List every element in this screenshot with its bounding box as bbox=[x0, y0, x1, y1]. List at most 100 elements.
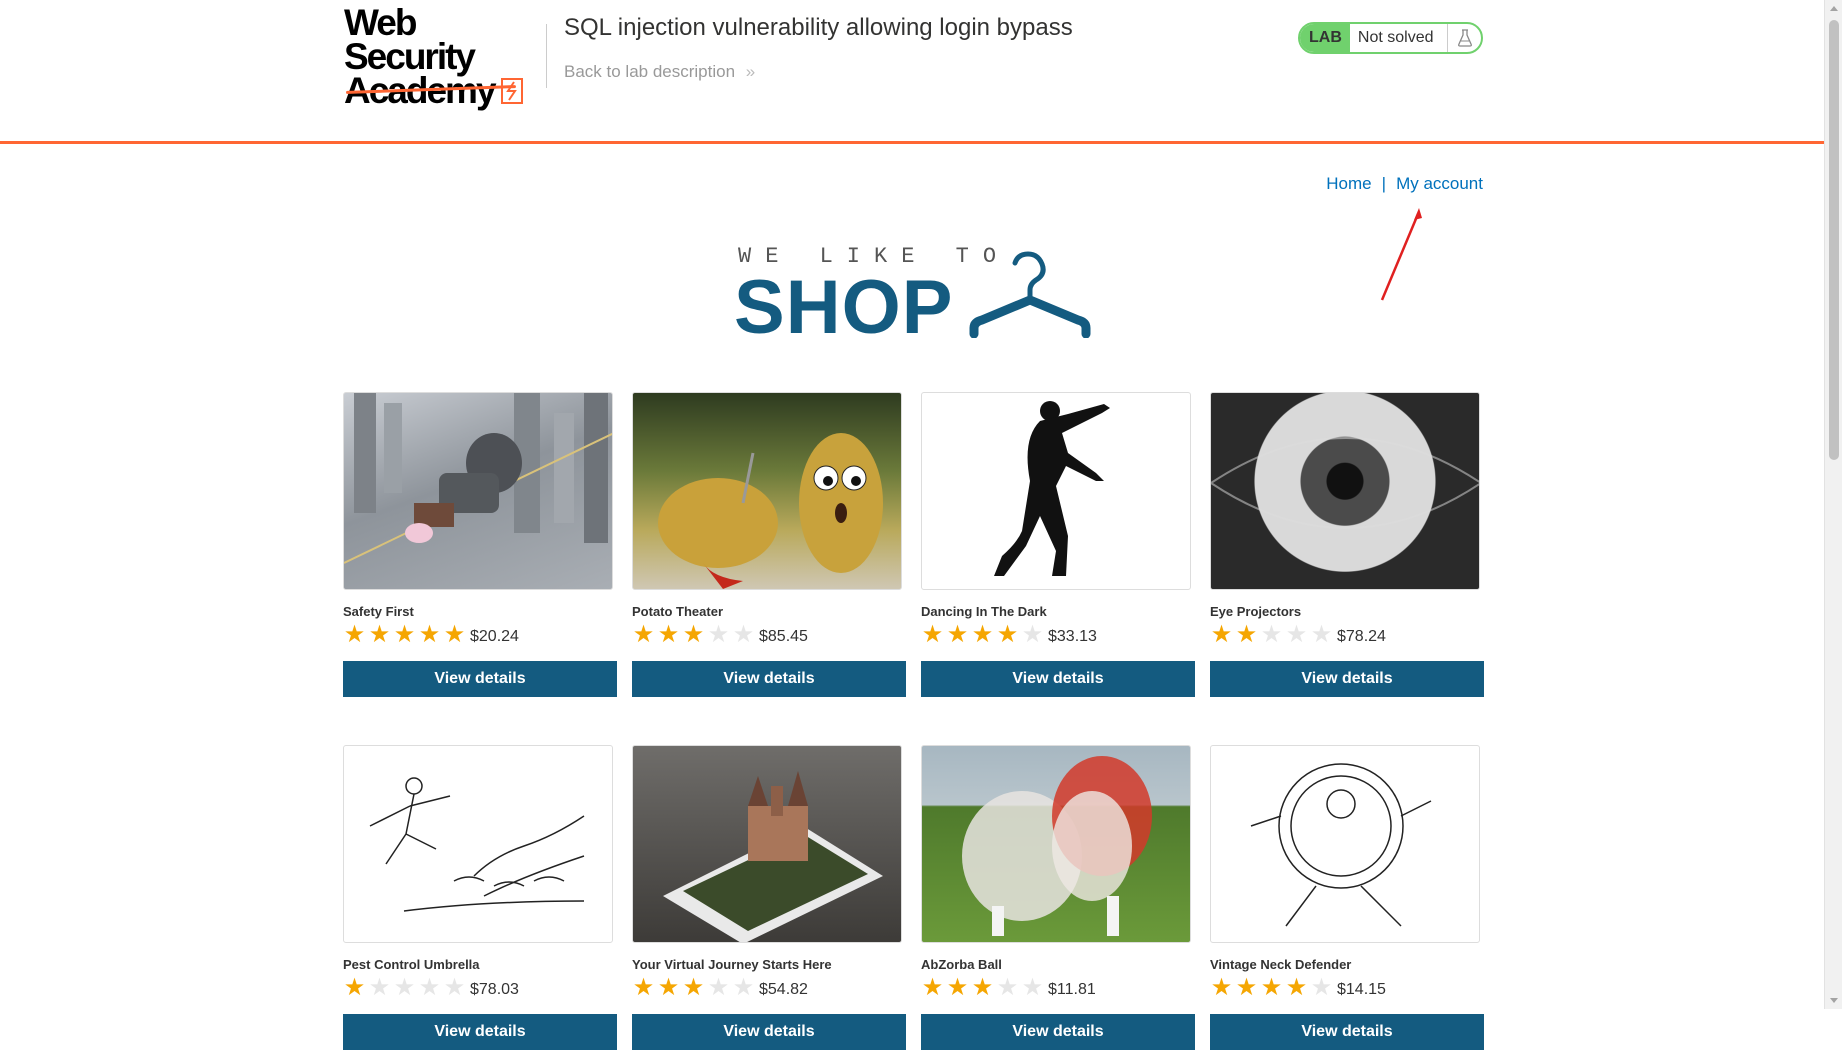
double-chevron-right-icon: » bbox=[745, 62, 756, 81]
nav-separator: | bbox=[1381, 174, 1387, 193]
product-price: $85.45 bbox=[759, 628, 808, 645]
star-icon: ★ bbox=[682, 974, 705, 1001]
product-image[interactable] bbox=[343, 392, 613, 590]
star-icon: ★ bbox=[368, 974, 391, 1001]
product-price: $54.82 bbox=[759, 981, 808, 998]
star-icon: ★ bbox=[418, 621, 441, 648]
star-icon: ★ bbox=[393, 621, 416, 648]
product-price: $78.03 bbox=[470, 981, 519, 998]
view-details-button[interactable]: View details bbox=[1210, 661, 1484, 697]
home-link[interactable]: Home bbox=[1326, 174, 1371, 194]
view-details-button[interactable]: View details bbox=[921, 661, 1195, 697]
product-grid: Safety First ★ ★ ★ ★ ★ $20.24 View details P… bbox=[343, 392, 1484, 1050]
scroll-thumb[interactable] bbox=[1829, 20, 1839, 460]
star-icon: ★ bbox=[368, 621, 391, 648]
star-rating: ★ ★ ★ ★ ★ bbox=[921, 976, 1044, 1000]
star-icon: ★ bbox=[1310, 974, 1333, 1001]
view-details-button[interactable]: View details bbox=[343, 661, 617, 697]
star-rating: ★ ★ ★ ★ ★ bbox=[343, 976, 466, 1000]
star-rating: ★ ★ ★ ★ ★ bbox=[343, 623, 466, 647]
star-rating: ★ ★ ★ ★ ★ bbox=[921, 623, 1044, 647]
product-price: $14.15 bbox=[1337, 981, 1386, 998]
product-card: Dancing In The Dark ★ ★ ★ ★ ★ $33.13 View de… bbox=[921, 392, 1195, 697]
star-icon: ★ bbox=[443, 974, 466, 1001]
star-icon: ★ bbox=[921, 621, 944, 648]
product-image[interactable] bbox=[921, 745, 1191, 943]
product-card: Eye Projectors ★ ★ ★ ★ ★ $78.24 View details bbox=[1210, 392, 1484, 697]
star-icon: ★ bbox=[343, 621, 366, 648]
star-rating: ★ ★ ★ ★ ★ bbox=[1210, 623, 1333, 647]
back-to-lab-description-link[interactable]: Back to lab description » bbox=[564, 62, 755, 82]
product-name: Dancing In The Dark bbox=[921, 604, 1047, 619]
product-name: Potato Theater bbox=[632, 604, 724, 619]
star-icon: ★ bbox=[971, 621, 994, 648]
product-image[interactable] bbox=[632, 745, 902, 943]
lightning-bolt-icon bbox=[500, 78, 523, 104]
scroll-down-icon[interactable] bbox=[1830, 998, 1838, 1003]
view-details-button[interactable]: View details bbox=[632, 661, 906, 697]
product-card: Potato Theater ★ ★ ★ ★ ★ $85.45 View details bbox=[632, 392, 906, 697]
star-icon: ★ bbox=[707, 974, 730, 1001]
star-icon: ★ bbox=[1210, 621, 1233, 648]
product-image[interactable] bbox=[921, 392, 1191, 590]
star-icon: ★ bbox=[1285, 974, 1308, 1001]
banner-title: SHOP bbox=[734, 265, 954, 350]
star-icon: ★ bbox=[1285, 621, 1308, 648]
view-details-button[interactable]: View details bbox=[1210, 1014, 1484, 1050]
page-scrollbar[interactable] bbox=[1824, 0, 1842, 1009]
product-card: Safety First ★ ★ ★ ★ ★ $20.24 View details bbox=[343, 392, 617, 697]
star-icon: ★ bbox=[996, 974, 1019, 1001]
product-name: Pest Control Umbrella bbox=[343, 957, 480, 972]
star-icon: ★ bbox=[1235, 621, 1258, 648]
product-name: AbZorba Ball bbox=[921, 957, 1002, 972]
star-icon: ★ bbox=[632, 974, 655, 1001]
star-icon: ★ bbox=[946, 974, 969, 1001]
product-price: $20.24 bbox=[470, 628, 519, 645]
view-details-button[interactable]: View details bbox=[921, 1014, 1195, 1050]
star-icon: ★ bbox=[1235, 974, 1258, 1001]
star-icon: ★ bbox=[343, 974, 366, 1001]
view-details-button[interactable]: View details bbox=[343, 1014, 617, 1050]
star-icon: ★ bbox=[996, 621, 1019, 648]
product-name: Vintage Neck Defender bbox=[1210, 957, 1352, 972]
lab-status-text: Not solved bbox=[1350, 24, 1449, 52]
product-image[interactable] bbox=[1210, 745, 1480, 943]
star-icon: ★ bbox=[657, 974, 680, 1001]
product-card: AbZorba Ball ★ ★ ★ ★ ★ $11.81 View details bbox=[921, 745, 1195, 1050]
star-icon: ★ bbox=[393, 974, 416, 1001]
star-icon: ★ bbox=[1021, 621, 1044, 648]
product-name: Safety First bbox=[343, 604, 414, 619]
star-icon: ★ bbox=[1210, 974, 1233, 1001]
academy-header: Web Security Academy SQL injection vulne… bbox=[0, 0, 1824, 144]
product-card: Your Virtual Journey Starts Here ★ ★ ★ ★ ★ $… bbox=[632, 745, 906, 1050]
star-icon: ★ bbox=[732, 974, 755, 1001]
view-details-button[interactable]: View details bbox=[632, 1014, 906, 1050]
star-icon: ★ bbox=[921, 974, 944, 1001]
star-rating: ★ ★ ★ ★ ★ bbox=[1210, 976, 1333, 1000]
scroll-up-icon[interactable] bbox=[1830, 6, 1838, 11]
star-icon: ★ bbox=[657, 621, 680, 648]
product-name: Eye Projectors bbox=[1210, 604, 1302, 619]
star-icon: ★ bbox=[682, 621, 705, 648]
product-name: Your Virtual Journey Starts Here bbox=[632, 957, 832, 972]
top-nav: Home | My account bbox=[1326, 174, 1483, 194]
star-rating: ★ ★ ★ ★ ★ bbox=[632, 623, 755, 647]
star-icon: ★ bbox=[443, 621, 466, 648]
product-card: Pest Control Umbrella ★ ★ ★ ★ ★ $78.03 View … bbox=[343, 745, 617, 1050]
product-price: $33.13 bbox=[1048, 628, 1097, 645]
flask-icon bbox=[1448, 24, 1481, 52]
product-image[interactable] bbox=[343, 745, 613, 943]
star-icon: ★ bbox=[1260, 974, 1283, 1001]
star-icon: ★ bbox=[1021, 974, 1044, 1001]
product-image[interactable] bbox=[1210, 392, 1480, 590]
star-icon: ★ bbox=[632, 621, 655, 648]
back-link-label: Back to lab description bbox=[564, 62, 736, 81]
product-card: Vintage Neck Defender ★ ★ ★ ★ ★ $14.15 View … bbox=[1210, 745, 1484, 1050]
clothes-hanger-icon bbox=[969, 251, 1091, 338]
star-icon: ★ bbox=[707, 621, 730, 648]
star-icon: ★ bbox=[946, 621, 969, 648]
star-icon: ★ bbox=[732, 621, 755, 648]
my-account-link[interactable]: My account bbox=[1396, 174, 1483, 194]
product-image[interactable] bbox=[632, 392, 902, 590]
star-rating: ★ ★ ★ ★ ★ bbox=[632, 976, 755, 1000]
